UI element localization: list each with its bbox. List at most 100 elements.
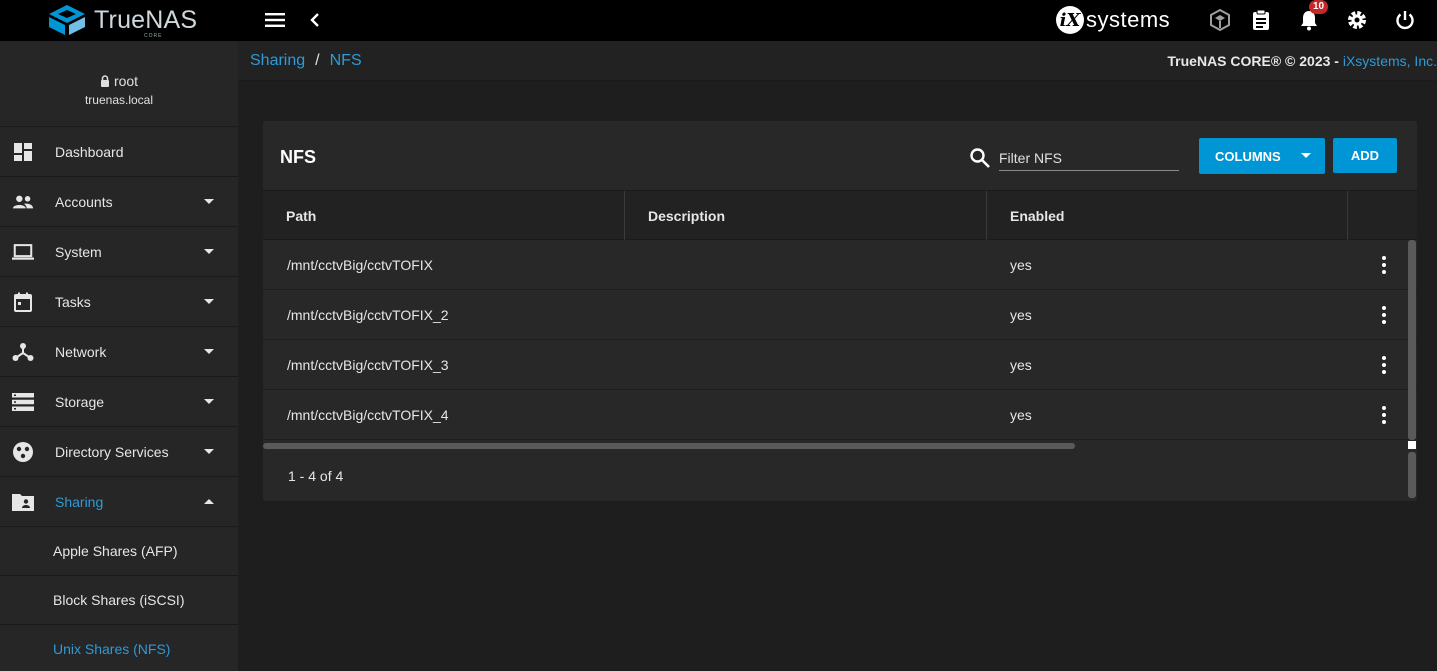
columns-button[interactable]: COLUMNS (1199, 138, 1325, 174)
cell-enabled: yes (1010, 407, 1032, 423)
column-header-enabled[interactable]: Enabled (987, 191, 1348, 240)
cell-path: /mnt/cctvBig/cctvTOFIX_4 (287, 407, 449, 423)
add-button[interactable]: ADD (1333, 138, 1397, 173)
sidebar-item-label: Sharing (55, 493, 104, 510)
row-actions-menu-icon[interactable] (1374, 253, 1394, 277)
sidebar-item-storage[interactable]: Storage (0, 377, 238, 427)
sidebar: root truenas.local Dashboard Accounts Sy… (0, 41, 238, 671)
column-header-description[interactable]: Description (625, 191, 987, 240)
sidebar-item-label: Directory Services (55, 443, 169, 460)
chevron-down-icon (204, 399, 214, 404)
sidebar-item-tasks[interactable]: Tasks (0, 277, 238, 327)
ix-badge: iX (1056, 6, 1084, 34)
breadcrumb-sharing[interactable]: Sharing (250, 52, 305, 70)
hostname: truenas.local (84, 93, 154, 107)
notification-count-badge: 10 (1309, 0, 1329, 14)
cell-path: /mnt/cctvBig/cctvTOFIX (287, 257, 433, 273)
row-actions-menu-icon[interactable] (1374, 353, 1394, 377)
horizontal-scrollbar[interactable] (263, 441, 1417, 451)
sidebar-subitem-nfs[interactable]: Unix Shares (NFS) (0, 625, 238, 671)
truecommand-icon[interactable] (1206, 6, 1234, 34)
username: root (113, 73, 139, 89)
card-title: NFS (280, 147, 316, 167)
table-row[interactable]: /mnt/cctvBig/cctvTOFIX_2 yes (263, 290, 1417, 340)
horizontal-scrollbar-thumb[interactable] (263, 443, 1075, 449)
search-icon (970, 148, 990, 168)
nfs-shares-card: NFS COLUMNS ADD Path Description Enabled… (263, 121, 1417, 501)
cell-path: /mnt/cctvBig/cctvTOFIX_3 (287, 357, 449, 373)
ixsystems-link[interactable]: iXsystems, Inc. (1343, 53, 1437, 69)
cell-enabled: yes (1010, 357, 1032, 373)
truenas-logo[interactable]: TrueNAS CORE (48, 2, 198, 39)
columns-button-label: COLUMNS (1215, 148, 1281, 164)
calendar-icon (12, 291, 34, 313)
cell-path: /mnt/cctvBig/cctvTOFIX_2 (287, 307, 449, 323)
ix-wordmark: systems (1086, 7, 1171, 32)
sidebar-item-accounts[interactable]: Accounts (0, 177, 238, 227)
breadcrumb: Sharing / NFS (250, 52, 362, 70)
filter-box (969, 145, 1179, 171)
column-header-path[interactable]: Path (263, 191, 625, 240)
chevron-down-icon (204, 299, 214, 304)
table-row[interactable]: /mnt/cctvBig/cctvTOFIX_4 yes (263, 390, 1417, 440)
card-header: NFS COLUMNS ADD (263, 121, 1417, 191)
sidebar-item-dashboard[interactable]: Dashboard (0, 127, 238, 177)
chevron-down-icon (1301, 153, 1311, 158)
filter-input[interactable] (999, 145, 1179, 171)
truenas-logo-icon (49, 5, 85, 35)
sidebar-item-label: Accounts (55, 193, 113, 210)
chevron-down-icon (204, 449, 214, 454)
brand-name: TrueNAS (94, 5, 198, 34)
user-info: root truenas.local (0, 41, 238, 127)
breadcrumb-nfs[interactable]: NFS (330, 52, 362, 70)
sidebar-item-system[interactable]: System (0, 227, 238, 277)
sidebar-item-directory-services[interactable]: Directory Services (0, 427, 238, 477)
vertical-scrollbar-track-segment[interactable] (1408, 452, 1416, 498)
dashboard-icon (12, 141, 34, 163)
sidebar-item-label: Dashboard (55, 143, 124, 160)
notifications-button[interactable]: 10 (1295, 0, 1329, 34)
breadcrumb-separator: / (315, 52, 320, 69)
chevron-down-icon (204, 199, 214, 204)
top-bar: TrueNAS CORE iX systems 10 (0, 0, 1437, 41)
sidebar-item-label: Network (55, 343, 107, 360)
cell-description (625, 240, 649, 290)
table-row[interactable]: /mnt/cctvBig/cctvTOFIX_3 yes (263, 340, 1417, 390)
sidebar-item-label: Tasks (55, 293, 91, 310)
sidebar-item-sharing[interactable]: Sharing (0, 477, 238, 527)
pagination-range: 1 - 4 of 4 (288, 468, 344, 484)
cell-description (625, 340, 649, 390)
row-actions-menu-icon[interactable] (1374, 403, 1394, 427)
ixsystems-logo[interactable]: iX systems (1056, 4, 1170, 36)
sidebar-item-label: Storage (55, 393, 105, 410)
scrollbar-corner (1408, 441, 1416, 449)
shared-folder-icon (12, 491, 34, 513)
vertical-scrollbar-thumb[interactable] (1408, 240, 1416, 440)
people-icon (12, 191, 34, 213)
breadcrumb-bar: Sharing / NFS TrueNAS CORE® © 2023 - iXs… (238, 41, 1437, 81)
cell-description (625, 290, 649, 340)
chevron-left-icon[interactable] (301, 6, 329, 34)
task-manager-icon[interactable] (1247, 6, 1275, 34)
lock-icon (100, 75, 109, 87)
row-actions-menu-icon[interactable] (1374, 303, 1394, 327)
sidebar-item-network[interactable]: Network (0, 327, 238, 377)
laptop-icon (12, 241, 34, 263)
brand-edition: CORE (144, 32, 163, 39)
chevron-up-icon (204, 499, 214, 504)
directory-icon (12, 441, 34, 463)
sidebar-subitem-afp[interactable]: Apple Shares (AFP) (0, 527, 238, 576)
chevron-down-icon (204, 349, 214, 354)
power-icon[interactable] (1391, 6, 1419, 34)
vertical-scrollbar[interactable] (1408, 240, 1416, 498)
cell-enabled: yes (1010, 307, 1032, 323)
storage-icon (12, 391, 34, 413)
gear-icon[interactable] (1343, 6, 1371, 34)
cell-description (625, 390, 649, 440)
menu-icon[interactable] (261, 6, 289, 34)
copyright-text: TrueNAS CORE® © 2023 - (1167, 53, 1343, 69)
table-row[interactable]: /mnt/cctvBig/cctvTOFIX yes (263, 240, 1417, 290)
sidebar-subitem-iscsi[interactable]: Block Shares (iSCSI) (0, 576, 238, 625)
table-header: Path Description Enabled (263, 191, 1417, 240)
cell-enabled: yes (1010, 257, 1032, 273)
